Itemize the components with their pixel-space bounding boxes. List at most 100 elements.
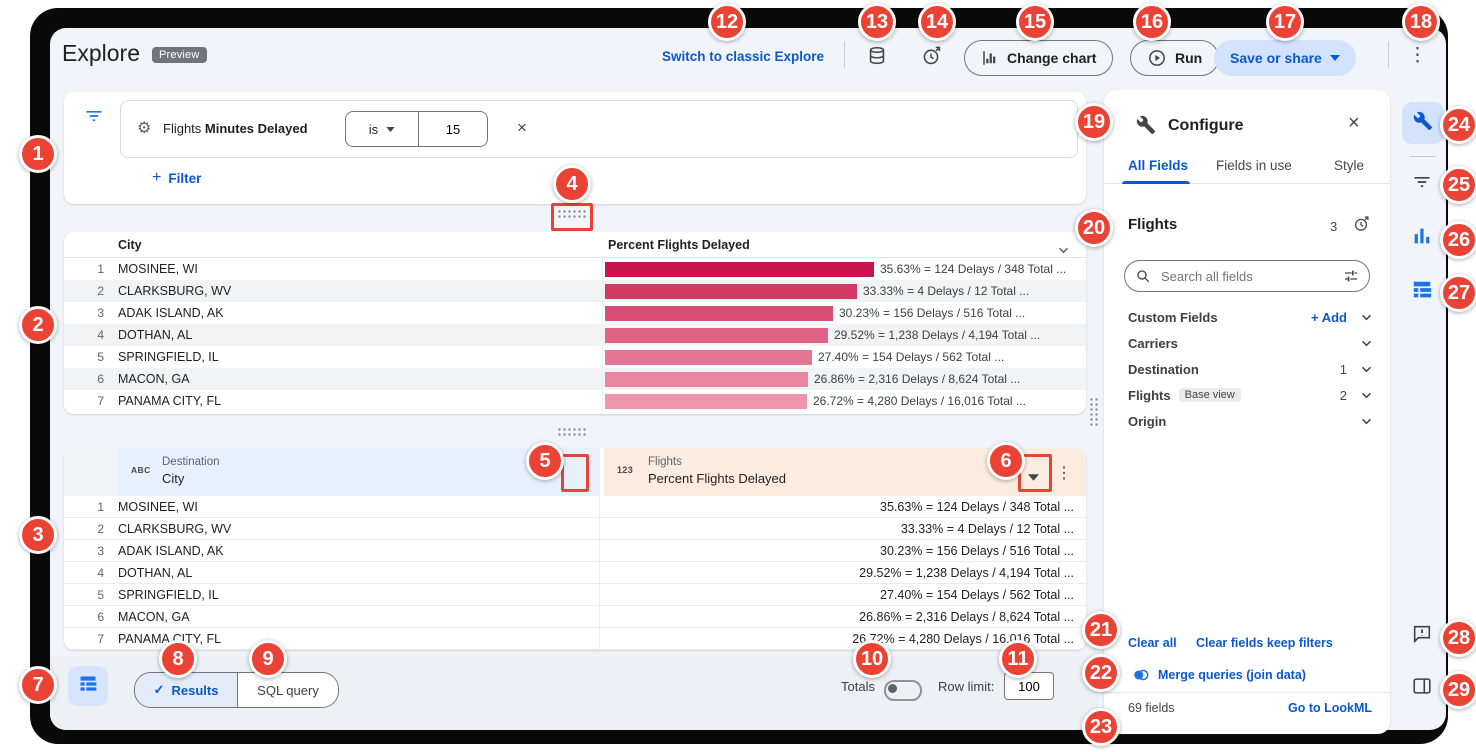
chevron-down-icon[interactable]: [1361, 366, 1372, 373]
search-all-fields[interactable]: [1124, 260, 1370, 292]
gear-icon[interactable]: ⚙: [137, 118, 151, 138]
filter-value-input[interactable]: [418, 111, 488, 147]
bar-cell[interactable]: 26.86% = 2,316 Delays / 8,624 Total ...: [602, 368, 1086, 390]
bar-cell[interactable]: 33.33% = 4 Delays / 12 Total ...: [602, 280, 1086, 302]
chevron-down-icon[interactable]: [1361, 418, 1372, 425]
viz-table-row[interactable]: 4 DOTHAN, AL 29.52% = 1,238 Delays / 4,1…: [64, 324, 1086, 346]
bar-cell[interactable]: 27.40% = 154 Delays / 562 Total ...: [602, 346, 1086, 368]
clear-all-link[interactable]: Clear all: [1128, 636, 1177, 650]
measure-view-label: Flights: [648, 456, 682, 468]
filter-operator-select[interactable]: is: [345, 111, 419, 147]
data-table-row[interactable]: 3 ADAK ISLAND, AK 30.23% = 156 Delays / …: [64, 540, 1086, 562]
bar-cell[interactable]: 35.63% = 124 Delays / 348 Total ...: [602, 258, 1086, 280]
bar-cell[interactable]: 29.52% = 1,238 Delays / 4,194 Total ...: [602, 324, 1086, 346]
search-input[interactable]: [1159, 268, 1335, 285]
remove-filter-icon[interactable]: ×: [517, 118, 527, 138]
panel-resize-dots[interactable]: [1089, 397, 1100, 427]
city-cell[interactable]: DOTHAN, AL: [116, 562, 600, 583]
add-filter-button[interactable]: + Filter: [152, 169, 201, 187]
bar-cell[interactable]: 30.23% = 156 Delays / 516 Total ...: [602, 302, 1086, 324]
data-table-row[interactable]: 2 CLARKSBURG, WV 33.33% = 4 Delays / 12 …: [64, 518, 1086, 540]
tab-style[interactable]: Style: [1334, 158, 1364, 173]
city-cell[interactable]: MOSINEE, WI: [116, 262, 602, 276]
base-view-badge: Base view: [1179, 388, 1241, 402]
column-menu-icon[interactable]: ⋮: [1056, 463, 1072, 483]
add-custom-field-link[interactable]: + Add: [1311, 310, 1347, 325]
toolbar-results-table-button[interactable]: [1406, 276, 1438, 308]
close-icon[interactable]: ×: [1348, 112, 1360, 135]
merge-queries-link[interactable]: Merge queries (join data): [1158, 668, 1306, 682]
callout-badge-24: 24: [1440, 106, 1476, 144]
go-to-lookml-link[interactable]: Go to LookML: [1288, 701, 1372, 715]
value-cell[interactable]: 29.52% = 1,238 Delays / 4,194 Total ...: [600, 566, 1086, 580]
city-cell[interactable]: MACON, GA: [116, 372, 602, 386]
clear-fields-keep-filters-link[interactable]: Clear fields keep filters: [1196, 636, 1333, 650]
run-button[interactable]: Run: [1130, 40, 1219, 76]
data-table-row[interactable]: 1 MOSINEE, WI 35.63% = 124 Delays / 348 …: [64, 496, 1086, 518]
data-bar: [605, 284, 857, 299]
drag-handle-dots[interactable]: [557, 427, 587, 438]
toolbar-visualization-button[interactable]: [1406, 222, 1438, 254]
chevron-down-icon[interactable]: [1361, 340, 1372, 347]
refresh-clock-icon[interactable]: [1352, 215, 1370, 238]
toolbar-configure-button[interactable]: [1402, 102, 1444, 144]
bar-cell[interactable]: 26.72% = 4,280 Delays / 16,016 Total ...: [602, 390, 1086, 412]
city-cell[interactable]: SPRINGFIELD, IL: [116, 584, 600, 605]
tab-fields-in-use[interactable]: Fields in use: [1216, 158, 1292, 173]
header-divider-2: [1388, 42, 1389, 68]
toolbar-filters-button[interactable]: [1408, 170, 1436, 198]
value-cell[interactable]: 35.63% = 124 Delays / 348 Total ...: [600, 500, 1086, 514]
save-or-share-button[interactable]: Save or share: [1214, 40, 1356, 76]
viz-table-row[interactable]: 5 SPRINGFIELD, IL 27.40% = 154 Delays / …: [64, 346, 1086, 368]
viz-table-row[interactable]: 2 CLARKSBURG, WV 33.33% = 4 Delays / 12 …: [64, 280, 1086, 302]
data-table-row[interactable]: 4 DOTHAN, AL 29.52% = 1,238 Delays / 4,1…: [64, 562, 1086, 584]
sql-runner-button[interactable]: [862, 42, 892, 72]
filter-list-icon[interactable]: [84, 106, 104, 131]
city-cell[interactable]: PANAMA CITY, FL: [116, 394, 602, 408]
chevron-down-icon[interactable]: [1361, 314, 1372, 321]
chevron-down-icon[interactable]: [1361, 392, 1372, 399]
value-cell[interactable]: 30.23% = 156 Delays / 516 Total ...: [600, 544, 1086, 558]
data-table-row[interactable]: 5 SPRINGFIELD, IL 27.40% = 154 Delays / …: [64, 584, 1086, 606]
value-cell[interactable]: 27.40% = 154 Delays / 562 Total ...: [600, 588, 1086, 602]
viz-table-row[interactable]: 3 ADAK ISLAND, AK 30.23% = 156 Delays / …: [64, 302, 1086, 324]
field-group-row[interactable]: Destination1: [1128, 356, 1372, 382]
tab-results[interactable]: ✓ Results: [135, 673, 237, 707]
viz-col-city[interactable]: City: [118, 238, 142, 252]
change-chart-button[interactable]: Change chart: [964, 40, 1113, 76]
city-cell[interactable]: CLARKSBURG, WV: [116, 518, 600, 539]
viz-table-row[interactable]: 7 PANAMA CITY, FL 26.72% = 4,280 Delays …: [64, 390, 1086, 412]
tune-icon[interactable]: [1343, 268, 1359, 284]
tab-sql-query[interactable]: SQL query: [237, 673, 338, 707]
value-cell[interactable]: 26.86% = 2,316 Delays / 8,624 Total ...: [600, 610, 1086, 624]
city-cell[interactable]: ADAK ISLAND, AK: [116, 306, 602, 320]
viz-table-row[interactable]: 1 MOSINEE, WI 35.63% = 124 Delays / 348 …: [64, 258, 1086, 280]
switch-to-classic-link[interactable]: Switch to classic Explore: [662, 49, 824, 64]
city-cell[interactable]: MACON, GA: [116, 606, 600, 627]
header-overflow-menu-icon[interactable]: ⋮: [1408, 46, 1427, 65]
city-cell[interactable]: ADAK ISLAND, AK: [116, 540, 600, 561]
database-icon: [866, 45, 888, 70]
field-group-row[interactable]: FlightsBase view2: [1128, 382, 1372, 408]
viz-table-row[interactable]: 6 MACON, GA 26.86% = 2,316 Delays / 8,62…: [64, 368, 1086, 390]
city-cell[interactable]: SPRINGFIELD, IL: [116, 350, 602, 364]
collapse-panel-button[interactable]: [1408, 674, 1436, 702]
feedback-button[interactable]: [1408, 622, 1436, 650]
bar-value-label: 29.52% = 1,238 Delays / 4,194 Total ...: [834, 328, 1040, 342]
viz-col-percent[interactable]: Percent Flights Delayed: [608, 238, 750, 252]
city-cell[interactable]: DOTHAN, AL: [116, 328, 602, 342]
totals-toggle[interactable]: [884, 680, 922, 701]
city-cell[interactable]: CLARKSBURG, WV: [116, 284, 602, 298]
field-group-row[interactable]: Origin: [1128, 408, 1372, 434]
row-number: 3: [64, 306, 116, 320]
city-cell[interactable]: MOSINEE, WI: [116, 496, 600, 517]
value-cell[interactable]: 33.33% = 4 Delays / 12 Total ...: [600, 522, 1086, 536]
auto-refresh-button[interactable]: [916, 42, 946, 72]
data-table-row[interactable]: 6 MACON, GA 26.86% = 2,316 Delays / 8,62…: [64, 606, 1086, 628]
tab-all-fields[interactable]: All Fields: [1128, 158, 1188, 173]
field-group-row[interactable]: Carriers: [1128, 330, 1372, 356]
sort-chevron-icon[interactable]: [1058, 241, 1069, 259]
field-group-row[interactable]: Custom Fields+ Add: [1128, 304, 1372, 330]
table-view-button[interactable]: [68, 666, 108, 706]
data-table-row[interactable]: 7 PANAMA CITY, FL 26.72% = 4,280 Delays …: [64, 628, 1086, 650]
